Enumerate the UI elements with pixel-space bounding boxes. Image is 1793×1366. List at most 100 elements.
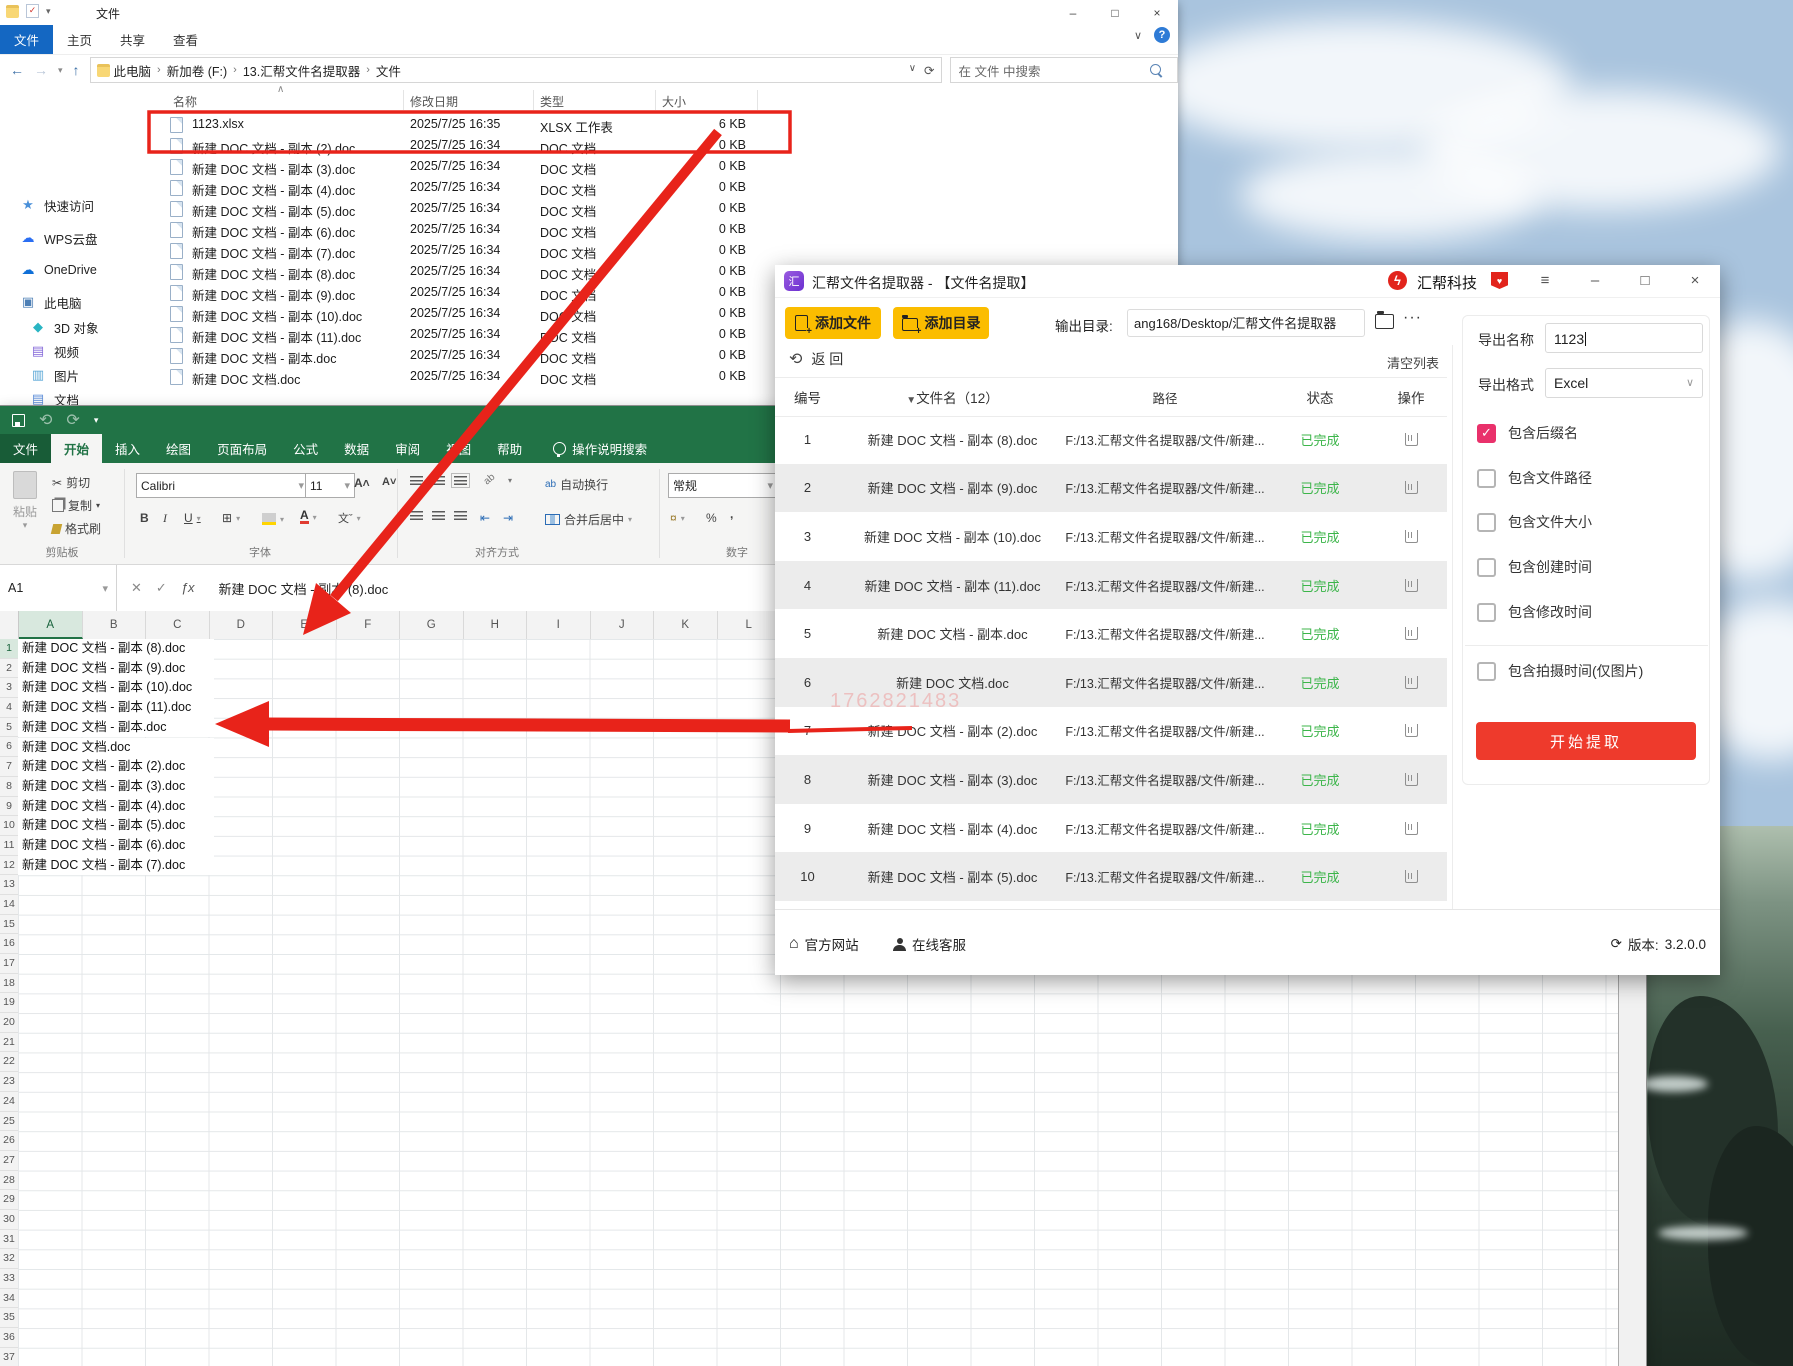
column-header-G[interactable]: G [400,611,464,639]
cell-A9[interactable]: 新建 DOC 文档 - 副本 (4).doc [18,797,214,817]
excel-tab-绘图[interactable]: 绘图 [153,434,204,463]
checkbox-icon[interactable] [1477,558,1496,577]
explorer-tab-主页[interactable]: 主页 [53,25,106,54]
row-header-1[interactable]: 1 [0,639,18,659]
cell-A10[interactable]: 新建 DOC 文档 - 副本 (5).doc [18,816,214,836]
column-header-F[interactable]: F [337,611,401,639]
column-header-L[interactable]: L [718,611,782,639]
refresh-icon[interactable]: ⟳ [924,63,934,78]
excel-tab-文件[interactable]: 文件 [0,434,51,463]
row-header-12[interactable]: 12 [0,856,18,876]
checkbox-checked-icon[interactable]: ✓ [1477,424,1496,443]
export-name-input[interactable]: 1123 [1545,323,1703,353]
explorer-tab-共享[interactable]: 共享 [106,25,159,54]
font-size-combobox[interactable]: 11▾ [305,473,355,498]
sidebar-item-WPS云盘[interactable]: ☁WPS云盘 [20,227,97,249]
breadcrumb-segment[interactable]: 文件 [376,61,401,80]
bold-button[interactable]: B [140,511,149,525]
row-header-20[interactable]: 20 [0,1013,18,1033]
option-包含文件大小[interactable]: 包含文件大小 [1477,509,1592,535]
row-header-7[interactable]: 7 [0,757,18,777]
cell-A5[interactable]: 新建 DOC 文档 - 副本.doc [18,718,214,738]
row-header-29[interactable]: 29 [0,1190,18,1210]
tell-me-search[interactable]: 操作说明搜索 [553,434,647,463]
italic-button[interactable]: I [163,511,167,526]
checkbox-icon[interactable] [1477,513,1496,532]
file-name[interactable]: 新建 DOC 文档 - 副本 (7).doc [192,243,355,262]
row-header-13[interactable]: 13 [0,875,18,895]
file-name[interactable]: 新建 DOC 文档 - 副本 (6).doc [192,222,355,241]
copy-button[interactable]: 复制 ▾ [52,497,100,514]
sidebar-item-图片[interactable]: ▥图片 [30,364,79,386]
table-row[interactable]: 2新建 DOC 文档 - 副本 (9).docF:/13.汇帮文件名提取器/文件… [775,464,1447,513]
cell-A11[interactable]: 新建 DOC 文档 - 副本 (6).doc [18,836,214,856]
number-format-combobox[interactable]: 常规▾ [668,473,778,498]
align-left-button[interactable] [410,511,423,520]
file-name[interactable]: 新建 DOC 文档 - 副本.doc [192,348,336,367]
add-directory-button[interactable]: 添加目录 [893,307,989,339]
option-包含文件路径[interactable]: 包含文件路径 [1477,465,1592,491]
table-row[interactable]: 1新建 DOC 文档 - 副本 (8).docF:/13.汇帮文件名提取器/文件… [775,415,1447,464]
sidebar-item-OneDrive[interactable]: ☁OneDrive [20,259,97,281]
percent-style-button[interactable]: % [706,511,717,525]
table-row[interactable]: 5新建 DOC 文档 - 副本.docF:/13.汇帮文件名提取器/文件/新建.… [775,609,1447,658]
header-filename[interactable]: ▼文件名（12） [840,387,1065,407]
row-header-32[interactable]: 32 [0,1249,18,1269]
row-header-10[interactable]: 10 [0,816,18,836]
orientation-dropdown-icon[interactable]: ▾ [508,476,512,485]
update-icon[interactable]: ⟳ [1611,936,1622,952]
row-header-9[interactable]: 9 [0,797,18,817]
borders-button[interactable]: ⊞ ▾ [222,511,240,525]
row-header-8[interactable]: 8 [0,777,18,797]
menu-icon[interactable]: ≡ [1533,272,1557,289]
trash-icon[interactable] [1405,627,1418,640]
file-name[interactable]: 新建 DOC 文档 - 副本 (9).doc [192,285,355,304]
add-file-button[interactable]: 添加文件 [785,307,881,339]
fill-color-button[interactable]: ▾ [262,513,284,525]
cut-button[interactable]: ✂剪切 [52,474,90,491]
ribbon-collapse-icon[interactable]: ∨ [1134,29,1142,42]
table-row[interactable]: 10新建 DOC 文档 - 副本 (5).docF:/13.汇帮文件名提取器/文… [775,852,1447,901]
table-row[interactable]: 4新建 DOC 文档 - 副本 (11).docF:/13.汇帮文件名提取器/文… [775,561,1447,610]
cell-A4[interactable]: 新建 DOC 文档 - 副本 (11).doc [18,698,214,718]
cell-A7[interactable]: 新建 DOC 文档 - 副本 (2).doc [18,757,214,777]
header-status[interactable]: 状态 [1265,387,1375,407]
row-header-23[interactable]: 23 [0,1072,18,1092]
breadcrumb-segment[interactable]: 13.汇帮文件名提取器 [243,61,360,80]
row-header-24[interactable]: 24 [0,1092,18,1112]
column-header-E[interactable]: E [273,611,337,639]
font-name-combobox[interactable]: Calibri▾ [136,473,309,498]
option-包含修改时间[interactable]: 包含修改时间 [1477,599,1592,625]
row-header-14[interactable]: 14 [0,895,18,915]
grow-font-button[interactable]: A˄ [354,476,370,490]
option-包含后缀名[interactable]: ✓包含后缀名 [1477,420,1578,446]
row-header-22[interactable]: 22 [0,1052,18,1072]
file-name[interactable]: 1123.xlsx [192,117,244,131]
excel-tab-视图[interactable]: 视图 [433,434,484,463]
file-row[interactable]: 新建 DOC 文档 - 副本 (4).doc2025/7/25 16:34DOC… [0,177,1178,198]
output-directory-input[interactable]: ang168/Desktop/汇帮文件名提取器 [1127,309,1365,337]
save-icon[interactable] [12,414,25,427]
forward-icon[interactable]: → [34,62,48,78]
excel-tab-开始[interactable]: 开始 [51,434,102,463]
row-header-11[interactable]: 11 [0,836,18,856]
paste-button[interactable]: 粘贴 ▾ [6,471,44,545]
address-dropdown-icon[interactable]: ∨ [909,63,916,78]
header-operation[interactable]: 操作 [1375,387,1447,407]
orientation-button[interactable]: ab [482,472,498,488]
file-row[interactable]: 1123.xlsx2025/7/25 16:35XLSX 工作表6 KB [0,114,1178,135]
undo-icon[interactable]: ⟲ [39,410,52,430]
start-extract-button[interactable]: 开始提取 [1476,722,1696,760]
qat-customize-icon[interactable]: ▾ [94,415,99,426]
column-header-size[interactable]: 大小 [662,93,686,110]
excel-tab-页面布局[interactable]: 页面布局 [204,434,280,463]
align-right-button[interactable] [454,511,467,520]
export-format-select[interactable]: Excel∨ [1545,368,1703,398]
format-painter-button[interactable]: 格式刷 [52,520,101,537]
row-header-4[interactable]: 4 [0,698,18,718]
sidebar-item-视频[interactable]: ▤视频 [30,340,79,362]
sidebar-item-快速访问[interactable]: ★快速访问 [20,194,94,216]
up-icon[interactable]: ↑ [73,62,80,78]
cell-A12[interactable]: 新建 DOC 文档 - 副本 (7).doc [18,856,214,876]
trash-icon[interactable] [1405,579,1418,592]
